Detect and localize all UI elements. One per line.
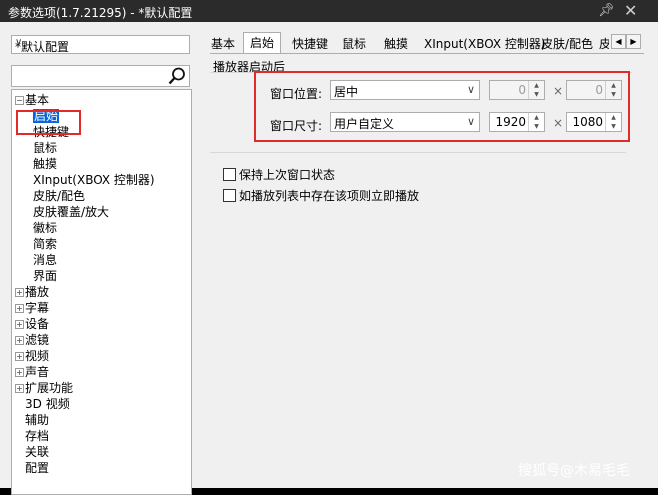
- right-pane: 基本 启始 快捷键 鼠标 触摸 XInput(XBOX 控制器) 皮肤/配色 皮…: [210, 32, 644, 488]
- expand-toggle[interactable]: +: [15, 384, 24, 393]
- tab-startup[interactable]: 启始: [243, 32, 282, 54]
- checkbox-box[interactable]: [223, 189, 236, 202]
- tree-item-3d-video[interactable]: 3D 视频: [25, 396, 70, 412]
- expand-toggle[interactable]: +: [15, 288, 24, 297]
- window-title: 参数选项(1.7.21295) - *默认配置: [8, 6, 193, 20]
- highlight-box-settings: [254, 71, 630, 142]
- expand-toggle[interactable]: +: [15, 320, 24, 329]
- tree-item-associations[interactable]: 关联: [25, 444, 49, 460]
- startup-panel: 播放器启动后 窗口位置: 居中 ∨ 0 ▲ ▼ × 0 ▲ ▼ 窗口尺寸: 用户自定…: [210, 53, 644, 489]
- watermark: 搜狐号@木易毛毛: [518, 463, 630, 479]
- tree-item-xinput[interactable]: XInput(XBOX 控制器): [33, 172, 155, 188]
- tab-hotkeys[interactable]: 快捷键: [292, 35, 328, 53]
- expand-toggle[interactable]: +: [15, 336, 24, 345]
- play-if-in-playlist-label: 如播放列表中存在该项则立即播放: [239, 189, 420, 203]
- tree-item-devices[interactable]: 设备: [25, 316, 49, 332]
- tree-item-video[interactable]: 视频: [25, 348, 49, 364]
- tab-xinput[interactable]: XInput(XBOX 控制器): [424, 35, 546, 53]
- tree-item-archive[interactable]: 存档: [25, 428, 49, 444]
- settings-tree: − 基本 启始 快捷键 鼠标 触摸 XInput(XBOX 控制器) 皮肤/配色…: [11, 89, 192, 495]
- tree-item-messages[interactable]: 消息: [33, 252, 57, 268]
- keep-window-state-checkbox[interactable]: 保持上次窗口状态: [223, 166, 335, 183]
- tree-item-extensions[interactable]: 扩展功能: [25, 380, 73, 396]
- tree-item-touch[interactable]: 触摸: [33, 156, 57, 172]
- close-icon[interactable]: ✕: [624, 1, 637, 20]
- tab-mouse[interactable]: 鼠标: [342, 35, 366, 53]
- tree-item-mouse[interactable]: 鼠标: [33, 140, 57, 156]
- checkbox-box[interactable]: [223, 168, 236, 181]
- search-input[interactable]: [11, 65, 190, 87]
- tree-item-skin[interactable]: 皮肤/配色: [33, 188, 85, 204]
- expand-toggle[interactable]: +: [15, 368, 24, 377]
- tab-basic[interactable]: 基本: [211, 35, 235, 53]
- tree-item-audio[interactable]: 声音: [25, 364, 49, 380]
- play-if-in-playlist-checkbox[interactable]: 如播放列表中存在该项则立即播放: [223, 187, 419, 204]
- tab-scroll-left-icon[interactable]: ◀: [611, 34, 626, 49]
- highlight-box-tree: [16, 110, 81, 135]
- tree-item-logo[interactable]: 徽标: [33, 220, 57, 236]
- title-bar: 参数选项(1.7.21295) - *默认配置 📌︎ ✕: [0, 0, 658, 22]
- chevron-down-icon: ∨: [15, 37, 23, 48]
- tab-skin[interactable]: 皮肤/配色: [541, 35, 593, 53]
- tree-item-interface[interactable]: 界面: [33, 268, 57, 284]
- tree-item-playback[interactable]: 播放: [25, 284, 49, 300]
- tab-scroll-right-icon[interactable]: ▶: [626, 34, 641, 49]
- tree-item-basic[interactable]: 基本: [25, 92, 49, 108]
- tab-touch[interactable]: 触摸: [384, 35, 408, 53]
- tree-item-config[interactable]: 配置: [25, 460, 49, 476]
- tree-item-skin-overlay[interactable]: 皮肤覆盖/放大: [33, 204, 109, 220]
- tree-item-assist[interactable]: 辅助: [25, 412, 49, 428]
- section-divider: [210, 152, 626, 153]
- tree-item-index[interactable]: 简索: [33, 236, 57, 252]
- profile-select[interactable]: *默认配置 ∨: [11, 35, 190, 54]
- collapse-toggle[interactable]: −: [15, 96, 24, 105]
- keep-window-state-label: 保持上次窗口状态: [239, 168, 336, 182]
- expand-toggle[interactable]: +: [15, 304, 24, 313]
- expand-toggle[interactable]: +: [15, 352, 24, 361]
- pin-icon[interactable]: 📌︎: [598, 3, 615, 18]
- search-icon[interactable]: [167, 66, 187, 86]
- tab-bar: 基本 启始 快捷键 鼠标 触摸 XInput(XBOX 控制器) 皮肤/配色 皮…: [210, 32, 644, 54]
- tree-item-subtitles[interactable]: 字幕: [25, 300, 49, 316]
- tree-item-filters[interactable]: 滤镜: [25, 332, 49, 348]
- tab-overflow[interactable]: 皮: [599, 35, 609, 53]
- dialog-body: *默认配置 ∨ − 基本 启始 快捷键 鼠标 触摸 XInput(XBOX 控制…: [0, 22, 658, 495]
